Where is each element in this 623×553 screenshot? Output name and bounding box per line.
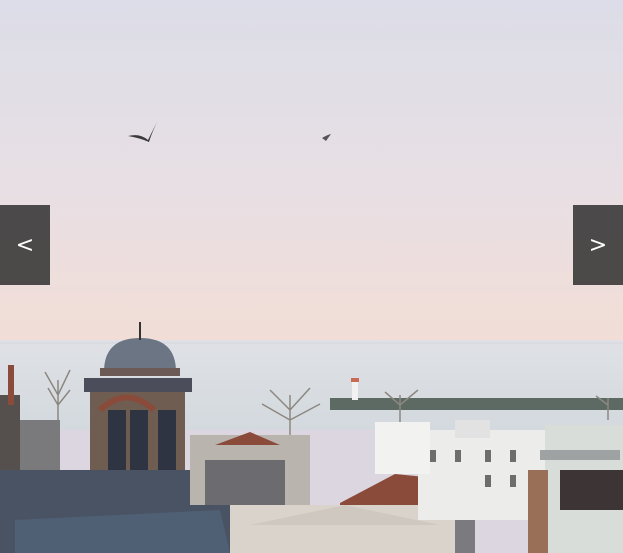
pier bbox=[330, 398, 623, 410]
chevron-left-icon: < bbox=[15, 232, 35, 258]
carousel-slide: < > bbox=[0, 0, 623, 553]
slide-photo bbox=[0, 0, 623, 553]
sky bbox=[0, 0, 623, 345]
chevron-right-icon: > bbox=[588, 232, 608, 258]
previous-slide-button[interactable]: < bbox=[0, 205, 50, 285]
next-slide-button[interactable]: > bbox=[573, 205, 623, 285]
